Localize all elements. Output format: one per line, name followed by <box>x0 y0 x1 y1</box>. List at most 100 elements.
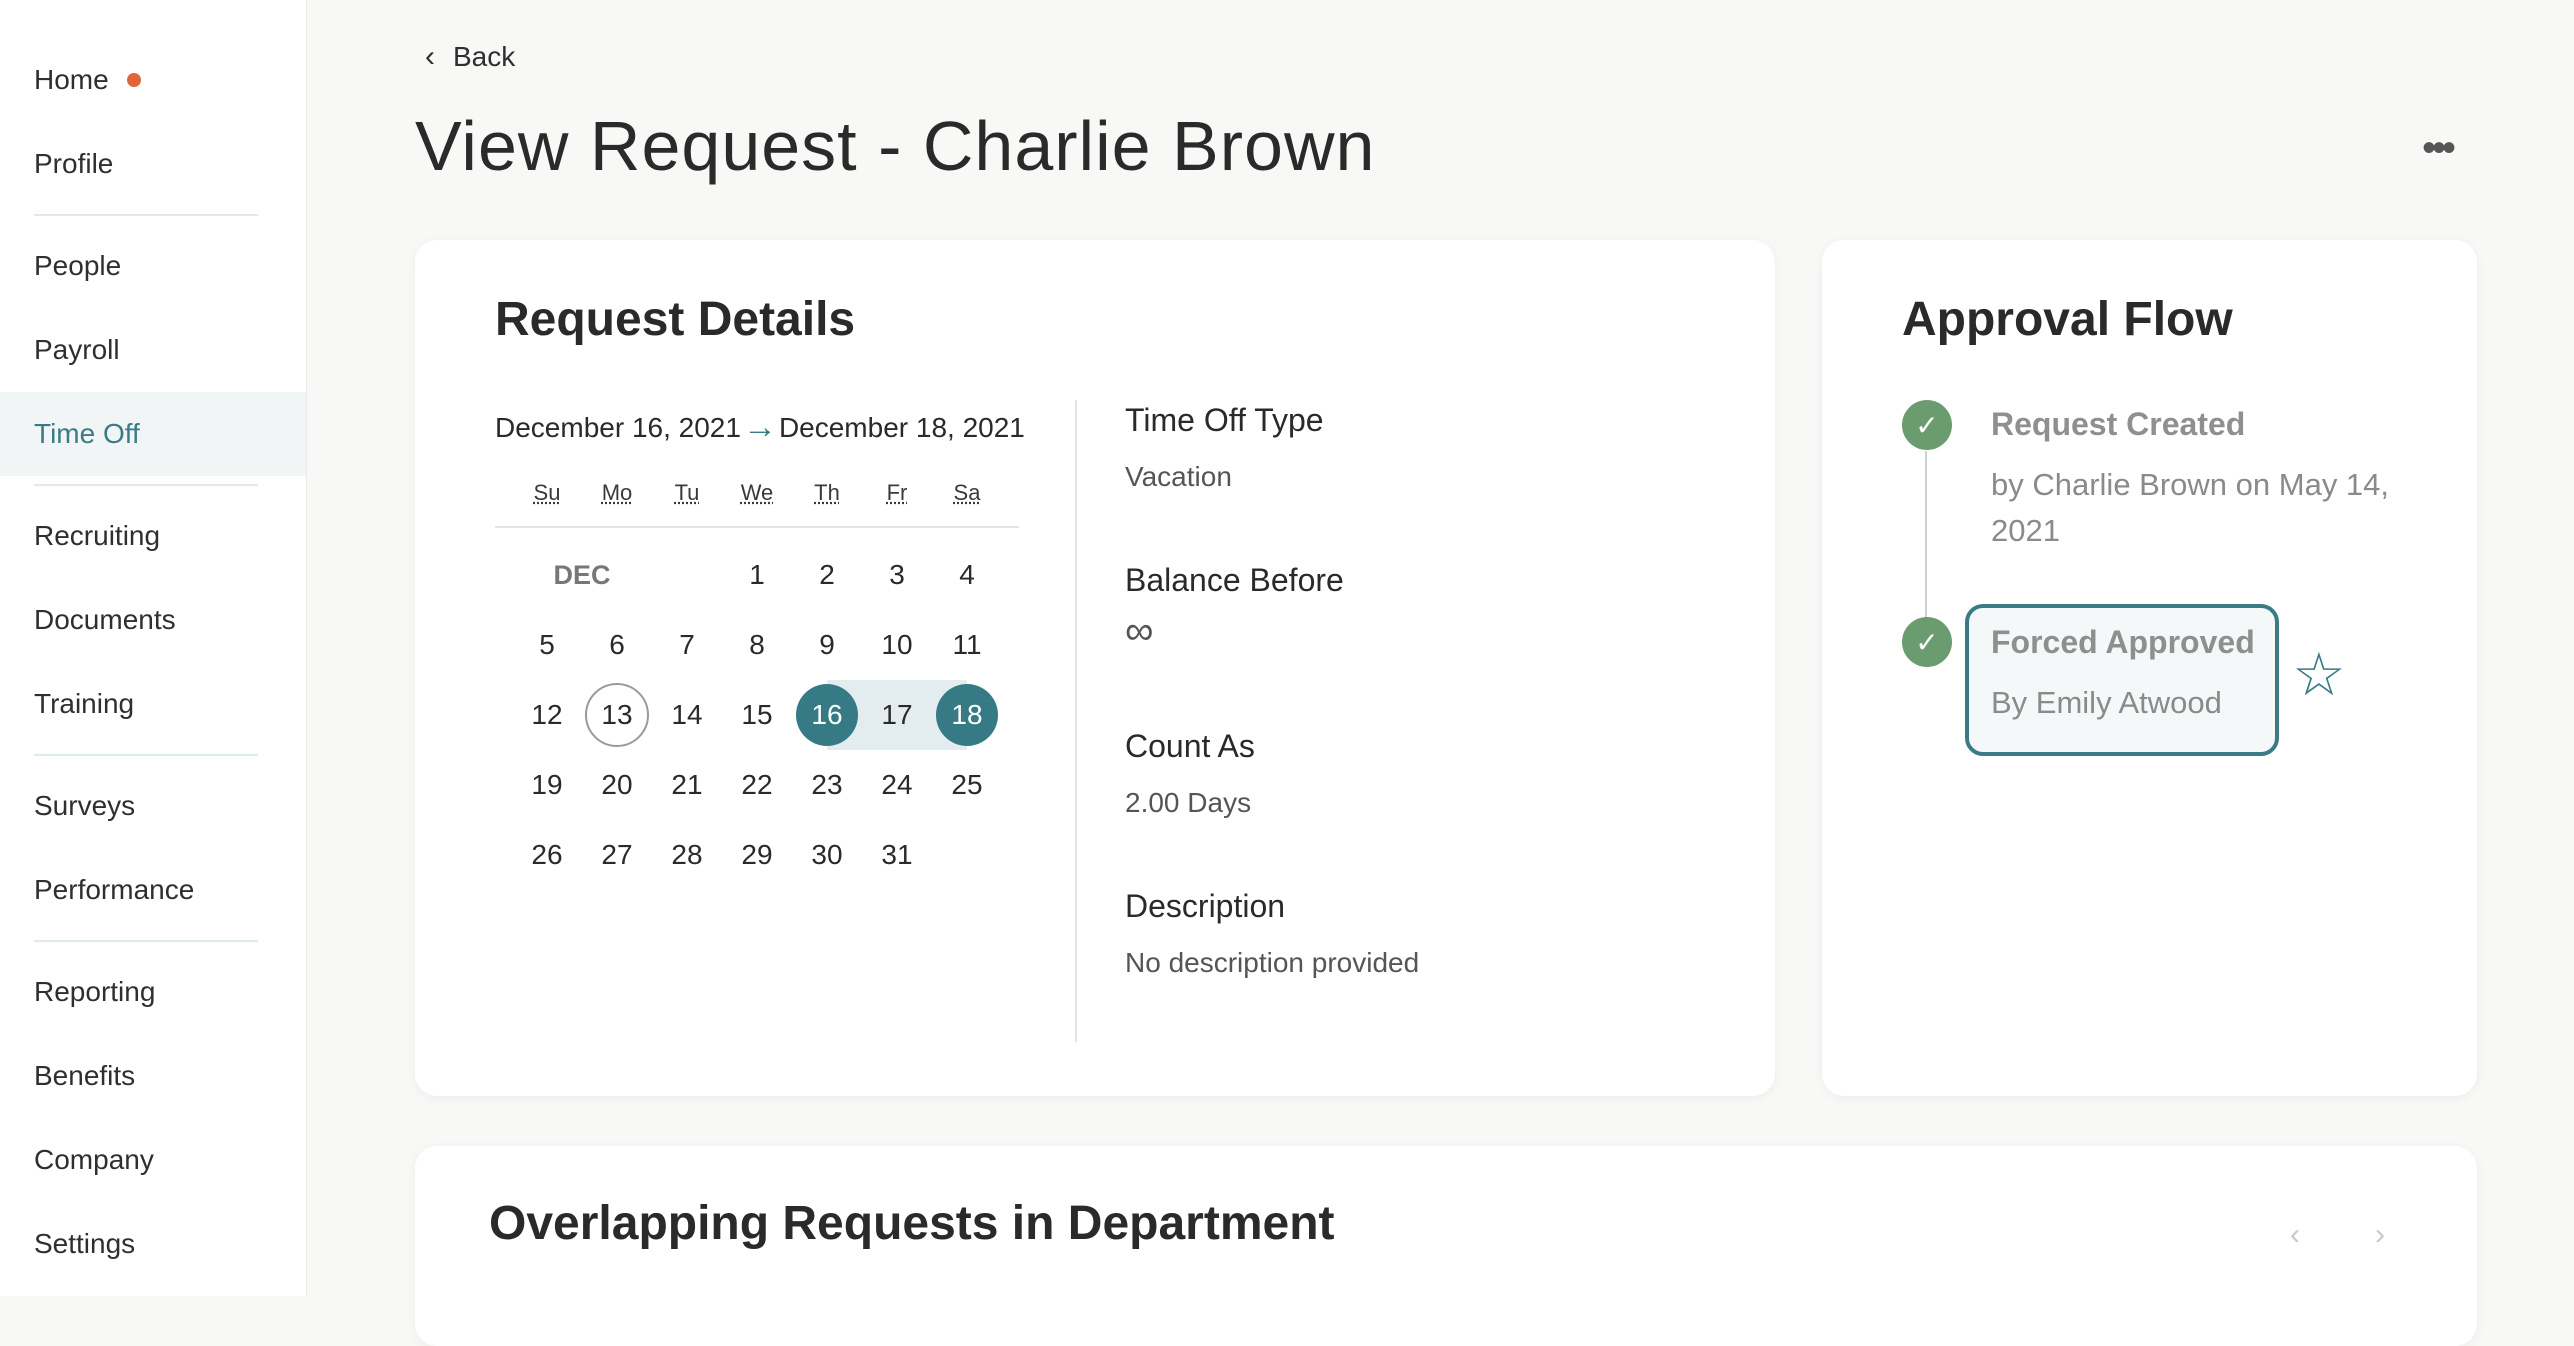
sidebar-item-surveys[interactable]: Surveys <box>0 764 258 848</box>
calendar-day-number: 23 <box>811 769 843 800</box>
calendar-day-number: 11 <box>952 629 982 660</box>
calendar-day[interactable]: 15 <box>722 680 792 750</box>
sidebar-item-label: Company <box>34 1144 154 1175</box>
check-icon: ✓ <box>1902 617 1952 667</box>
sidebar-item-label: Home <box>34 64 109 95</box>
calendar-day-number: 24 <box>881 769 913 800</box>
step-title: Forced Approved <box>1991 624 2255 660</box>
calendar-day-number: 14 <box>671 699 703 730</box>
calendar-day[interactable]: 26 <box>512 820 582 890</box>
sidebar-item-label: Training <box>34 688 135 719</box>
calendar-day[interactable]: 30 <box>792 820 862 890</box>
calendar-day[interactable]: 5 <box>512 610 582 680</box>
sidebar-item-label: Documents <box>34 604 176 635</box>
calendar-day-number: 16 <box>796 684 858 746</box>
sidebar-item-reporting[interactable]: Reporting <box>0 950 258 1034</box>
sidebar-item-time-off[interactable]: Time Off <box>0 392 306 476</box>
calendar-day[interactable]: 21 <box>652 750 722 820</box>
calendar-day-number: 26 <box>531 839 563 870</box>
sidebar-item-benefits[interactable]: Benefits <box>0 1034 258 1118</box>
calendar-day[interactable]: 7 <box>652 610 722 680</box>
field-label: Time Off Type <box>1125 402 1324 438</box>
calendar-grid: DEC 1 2 3 4 5 6 7 8 9 10 11 12 13 14 15 16 17 18 19 20 21 22 23… <box>495 540 1019 890</box>
sidebar-item-label: Profile <box>34 148 114 179</box>
weekday-label: We <box>740 480 774 505</box>
calendar-day-number: 4 <box>959 559 975 590</box>
calendar-day[interactable]: 3 <box>862 540 932 610</box>
calendar-day-number: 19 <box>531 769 563 800</box>
more-options-button[interactable]: ••• <box>2407 118 2467 178</box>
sidebar: Home Profile People Payroll Time Off Rec… <box>0 0 307 1296</box>
sidebar-item-home[interactable]: Home <box>0 38 258 122</box>
check-icon: ✓ <box>1902 400 1952 450</box>
calendar-day-number: 31 <box>881 839 913 870</box>
calendar-day-number: 6 <box>609 629 625 660</box>
field-time-off-type: Time Off Type Vacation <box>1125 402 1324 493</box>
sidebar-item-training[interactable]: Training <box>0 662 258 746</box>
notification-dot-icon <box>126 73 141 87</box>
calendar-day[interactable]: 8 <box>722 610 792 680</box>
back-link[interactable]: ‹ Back <box>425 40 515 74</box>
calendar-day-number: 1 <box>749 559 765 590</box>
calendar-day[interactable]: 1 <box>722 540 792 610</box>
sidebar-item-performance[interactable]: Performance <box>0 848 258 932</box>
sidebar-item-payroll[interactable]: Payroll <box>0 308 258 392</box>
calendar-day[interactable]: 17 <box>862 680 932 750</box>
calendar-day[interactable]: 29 <box>722 820 792 890</box>
sidebar-item-label: Payroll <box>34 334 120 365</box>
calendar-day[interactable]: 2 <box>792 540 862 610</box>
start-date: December 16, 2021 <box>495 411 741 443</box>
weekday-label: Th <box>814 480 840 505</box>
calendar-day[interactable]: 24 <box>862 750 932 820</box>
step-subtitle: by Charlie Brown on May 14, 2021 <box>1991 462 2389 554</box>
step-subtitle-line: 2021 <box>1991 513 2060 548</box>
calendar-day-number: 3 <box>889 559 905 590</box>
chevron-right-icon[interactable]: › <box>2375 1218 2385 1252</box>
sidebar-divider <box>34 940 258 942</box>
calendar-day[interactable]: 11 <box>932 610 1002 680</box>
calendar-day-number: 12 <box>531 699 563 730</box>
field-description: Description No description provided <box>1125 888 1419 979</box>
sidebar-item-recruiting[interactable]: Recruiting <box>0 494 258 578</box>
field-value: No description provided <box>1125 947 1420 978</box>
calendar-day[interactable]: 18 <box>932 680 1002 750</box>
step-title: Request Created <box>1991 406 2246 442</box>
calendar-day[interactable]: 10 <box>862 610 932 680</box>
sidebar-item-documents[interactable]: Documents <box>0 578 258 662</box>
calendar-day-number: 13 <box>585 683 649 747</box>
sidebar-item-settings[interactable]: Settings <box>0 1202 258 1286</box>
chevron-left-icon: ‹ <box>425 40 435 73</box>
sidebar-item-label: People <box>34 250 122 281</box>
sidebar-item-company[interactable]: Company <box>0 1118 258 1202</box>
date-range: December 16, 2021 → December 18, 2021 <box>495 408 1025 447</box>
calendar-day[interactable]: 19 <box>512 750 582 820</box>
calendar-day[interactable]: 25 <box>932 750 1002 820</box>
vertical-divider <box>1075 400 1077 1042</box>
sidebar-item-people[interactable]: People <box>0 224 258 308</box>
calendar-day[interactable]: 4 <box>932 540 1002 610</box>
sidebar-item-label: Performance <box>34 874 195 905</box>
calendar-day[interactable]: 6 <box>582 610 652 680</box>
calendar-day[interactable]: 9 <box>792 610 862 680</box>
overlapping-requests-card: Overlapping Requests in Department ‹ › <box>415 1146 2477 1346</box>
calendar-day[interactable]: 31 <box>862 820 932 890</box>
calendar-day-number: 15 <box>741 699 773 730</box>
calendar-day[interactable]: 27 <box>582 820 652 890</box>
card-title: Request Details <box>495 293 856 346</box>
calendar-day[interactable]: 20 <box>582 750 652 820</box>
calendar-day[interactable]: 28 <box>652 820 722 890</box>
field-balance-before: Balance Before ∞ <box>1125 562 1344 654</box>
calendar-day[interactable]: 14 <box>652 680 722 750</box>
calendar-day[interactable]: 12 <box>512 680 582 750</box>
calendar-day[interactable]: 22 <box>722 750 792 820</box>
star-icon[interactable]: ☆ <box>2292 640 2346 710</box>
sidebar-item-profile[interactable]: Profile <box>0 122 258 206</box>
sidebar-item-label: Benefits <box>34 1060 136 1091</box>
chevron-left-icon[interactable]: ‹ <box>2290 1218 2300 1252</box>
calendar-day[interactable]: 16 <box>792 680 862 750</box>
calendar-day[interactable]: 13 <box>582 680 652 750</box>
calendar-day[interactable]: 23 <box>792 750 862 820</box>
arrow-right-icon: → <box>742 408 777 446</box>
calendar-weekday-header: Su Mo Tu We Th Fr Sa <box>495 460 1019 528</box>
field-count-as: Count As 2.00 Days <box>1125 728 1255 819</box>
